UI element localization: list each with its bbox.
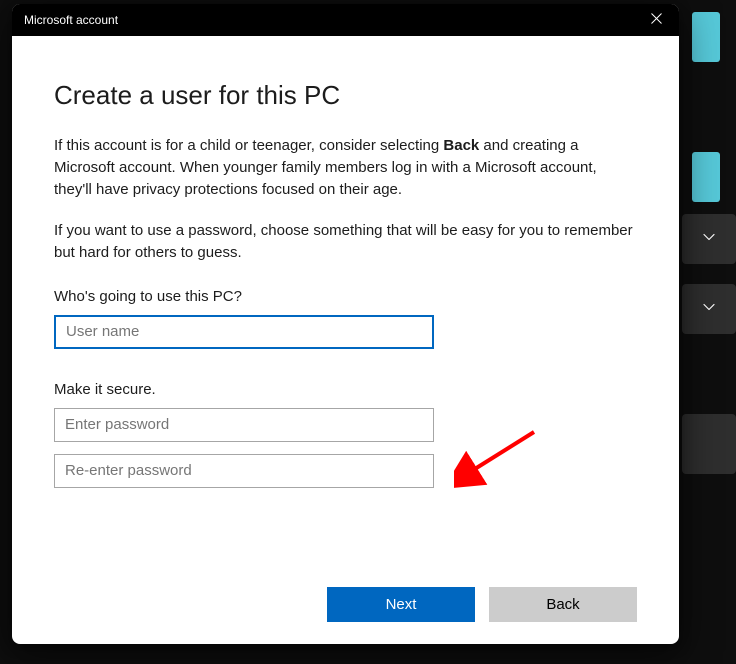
account-dialog: Microsoft account Create a user for this… — [12, 4, 679, 644]
password-hint-paragraph: If you want to use a password, choose so… — [54, 220, 637, 264]
password-input[interactable] — [54, 408, 434, 442]
bg-accent-tile — [692, 12, 720, 62]
close-button[interactable] — [633, 4, 679, 36]
back-button[interactable]: Back — [489, 587, 637, 622]
intro-paragraph: If this account is for a child or teenag… — [54, 135, 637, 200]
username-section-label: Who's going to use this PC? — [54, 288, 637, 305]
window-title: Microsoft account — [24, 13, 118, 27]
intro-text-pre: If this account is for a child or teenag… — [54, 137, 443, 154]
dialog-content: Create a user for this PC If this accoun… — [12, 36, 679, 644]
page-title: Create a user for this PC — [54, 80, 637, 111]
bg-panel — [682, 214, 736, 264]
intro-text-bold: Back — [443, 137, 479, 154]
chevron-down-icon — [703, 230, 715, 248]
bg-panel — [682, 284, 736, 334]
next-button[interactable]: Next — [327, 587, 475, 622]
annotation-arrow — [454, 424, 544, 494]
titlebar: Microsoft account — [12, 4, 679, 36]
dialog-footer: Next Back — [54, 569, 637, 622]
username-input[interactable] — [54, 315, 434, 349]
password-confirm-input[interactable] — [54, 454, 434, 488]
bg-accent-tile — [692, 152, 720, 202]
chevron-down-icon — [703, 300, 715, 318]
secure-section-label: Make it secure. — [54, 381, 637, 398]
close-icon — [651, 13, 662, 27]
bg-panel — [682, 414, 736, 474]
